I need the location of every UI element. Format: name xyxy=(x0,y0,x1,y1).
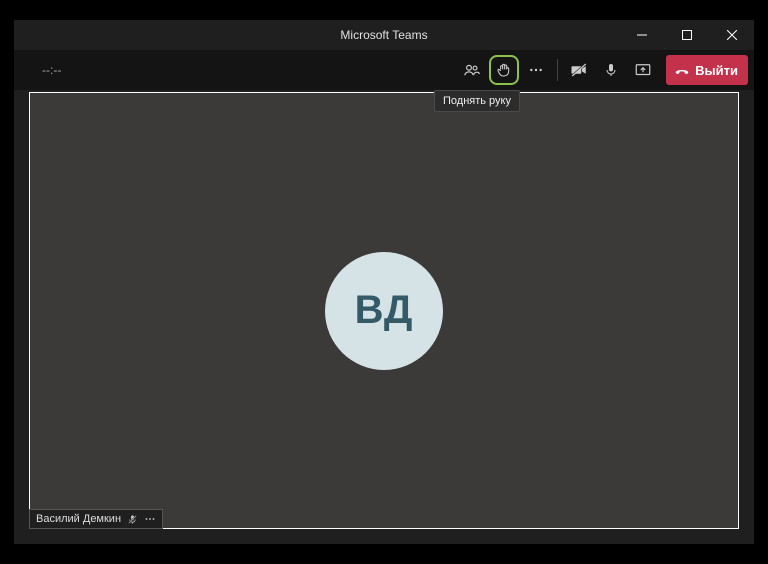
close-button[interactable] xyxy=(709,20,754,50)
more-options-button[interactable] xyxy=(521,55,551,85)
ellipsis-icon xyxy=(528,62,544,78)
camera-button[interactable] xyxy=(564,55,594,85)
participant-name: Василий Демкин xyxy=(36,513,121,525)
app-window: Microsoft Teams --:-- xyxy=(14,20,754,544)
participant-label[interactable]: Василий Демкин xyxy=(29,509,163,529)
microphone-icon xyxy=(603,62,619,78)
microphone-button[interactable] xyxy=(596,55,626,85)
titlebar: Microsoft Teams xyxy=(14,20,754,50)
people-button[interactable] xyxy=(457,55,487,85)
avatar: ВД xyxy=(325,252,443,370)
share-screen-button[interactable] xyxy=(628,55,658,85)
toolbar-actions: Выйти xyxy=(457,55,748,85)
leave-button[interactable]: Выйти xyxy=(666,55,748,85)
window-title: Microsoft Teams xyxy=(340,28,427,42)
minimize-button[interactable] xyxy=(619,20,664,50)
hand-icon xyxy=(496,62,512,78)
maximize-button[interactable] xyxy=(664,20,709,50)
toolbar-divider xyxy=(557,59,558,81)
hangup-icon xyxy=(674,62,690,78)
raise-hand-button[interactable] xyxy=(489,55,519,85)
call-toolbar: --:-- xyxy=(14,50,754,90)
window-controls xyxy=(619,20,754,50)
call-timer: --:-- xyxy=(42,63,61,77)
raise-hand-tooltip: Поднять руку xyxy=(434,90,520,112)
mic-muted-icon xyxy=(127,514,138,525)
camera-off-icon xyxy=(570,61,588,79)
avatar-initials: ВД xyxy=(355,288,414,333)
participant-more-icon[interactable] xyxy=(144,513,156,525)
people-icon xyxy=(463,61,481,79)
leave-label: Выйти xyxy=(695,63,738,78)
share-icon xyxy=(634,61,652,79)
video-stage: ВД xyxy=(29,92,739,529)
